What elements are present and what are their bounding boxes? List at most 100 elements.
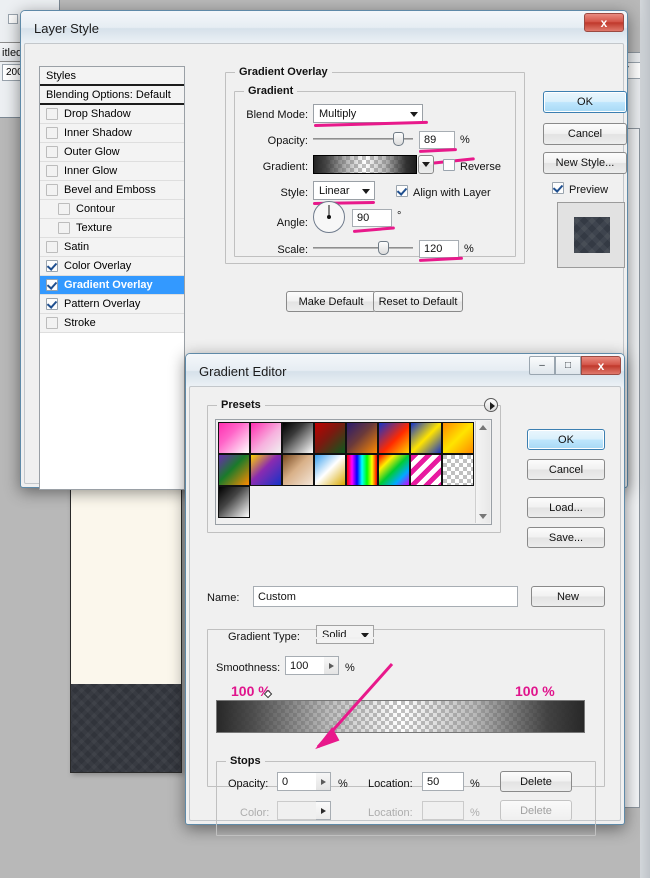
sidebar-item-blending-options[interactable]: Blending Options: Default <box>40 86 184 105</box>
ge-cancel-button[interactable]: Cancel <box>527 459 605 480</box>
presets-listbox[interactable] <box>215 419 492 525</box>
smoothness-stepper[interactable] <box>324 656 339 675</box>
preset-swatch[interactable] <box>410 454 442 486</box>
preset-swatch[interactable] <box>442 454 474 486</box>
minimize-icon[interactable]: – <box>529 356 555 375</box>
sidebar-item-color-overlay[interactable]: Color Overlay <box>40 257 184 276</box>
style-checkbox[interactable] <box>46 165 58 177</box>
layer-style-titlebar-buttons[interactable]: x <box>584 13 624 32</box>
gradient-type-select[interactable]: Solid <box>316 625 374 644</box>
gradient-strip[interactable] <box>216 700 585 733</box>
stop-opacity-stepper[interactable] <box>316 772 331 791</box>
background-right-strip <box>640 0 650 878</box>
style-checkbox[interactable] <box>58 222 70 234</box>
styles-list[interactable]: Styles Blending Options: Default Drop Sh… <box>39 66 185 490</box>
smoothness-label: Smoothness: <box>216 662 280 674</box>
style-item-label: Inner Shadow <box>64 124 132 143</box>
reset-to-default-button[interactable]: Reset to Default <box>373 291 463 312</box>
angle-input[interactable]: 90 <box>352 209 392 227</box>
scale-slider-thumb[interactable] <box>378 241 389 255</box>
presets-grid[interactable] <box>218 422 474 518</box>
ge-save-button[interactable]: Save... <box>527 527 605 548</box>
opacity-slider[interactable] <box>313 132 413 146</box>
opacity-stop-middle[interactable] <box>386 681 397 696</box>
stop-opacity-input[interactable]: 0 <box>277 772 317 791</box>
sidebar-item-contour[interactable]: Contour <box>40 200 184 219</box>
ok-button[interactable]: OK <box>543 91 627 113</box>
ge-load-button[interactable]: Load... <box>527 497 605 518</box>
name-input[interactable]: Custom <box>253 586 518 607</box>
preset-swatch[interactable] <box>442 422 474 454</box>
preset-swatch[interactable] <box>410 422 442 454</box>
layer-style-title: Layer Style <box>24 14 624 44</box>
presets-menu-icon[interactable] <box>484 398 498 412</box>
blend-mode-select[interactable]: Multiply <box>313 104 423 123</box>
angle-dial[interactable] <box>313 201 345 233</box>
preset-swatch[interactable] <box>346 454 378 486</box>
opacity-input[interactable]: 89 <box>419 131 455 149</box>
scroll-down-icon[interactable] <box>479 514 487 519</box>
close-icon[interactable]: x <box>581 356 621 375</box>
sidebar-item-gradient-overlay[interactable]: Gradient Overlay <box>40 276 184 295</box>
opacity-stop-left[interactable] <box>216 684 227 699</box>
opacity-stop-right[interactable] <box>574 684 585 699</box>
opacity-slider-thumb[interactable] <box>393 132 404 146</box>
style-checkbox[interactable] <box>58 203 70 215</box>
new-style-button[interactable]: New Style... <box>543 152 627 174</box>
style-checkbox[interactable] <box>46 317 58 329</box>
reverse-checkbox[interactable] <box>443 159 455 171</box>
preset-swatch[interactable] <box>314 454 346 486</box>
style-select[interactable]: Linear <box>313 181 375 200</box>
gradient-dropdown-button[interactable] <box>418 155 434 174</box>
scale-input[interactable]: 120 <box>419 240 459 258</box>
sidebar-item-pattern-overlay[interactable]: Pattern Overlay <box>40 295 184 314</box>
sidebar-item-satin[interactable]: Satin <box>40 238 184 257</box>
style-checkbox[interactable] <box>46 108 58 120</box>
gradient-preview-swatch[interactable] <box>313 155 417 174</box>
preset-swatch[interactable] <box>250 422 282 454</box>
color-stop-right[interactable] <box>574 734 585 749</box>
style-checkbox[interactable] <box>46 127 58 139</box>
preset-swatch[interactable] <box>282 454 314 486</box>
make-default-button[interactable]: Make Default <box>286 291 376 312</box>
smoothness-input[interactable]: 100 <box>285 656 325 675</box>
preset-swatch[interactable] <box>250 454 282 486</box>
preset-swatch[interactable] <box>218 422 250 454</box>
close-icon[interactable]: x <box>584 13 624 32</box>
new-button[interactable]: New <box>531 586 605 607</box>
scale-slider[interactable] <box>313 241 413 255</box>
preset-swatch[interactable] <box>218 486 250 518</box>
preset-swatch[interactable] <box>218 454 250 486</box>
preview-checkbox[interactable] <box>552 182 564 194</box>
sidebar-item-bevel-and-emboss[interactable]: Bevel and Emboss <box>40 181 184 200</box>
color-delete-button: Delete <box>500 800 572 821</box>
style-checkbox[interactable] <box>46 241 58 253</box>
maximize-icon[interactable]: □ <box>555 356 581 375</box>
style-checkbox[interactable] <box>46 260 58 272</box>
style-checkbox[interactable] <box>46 146 58 158</box>
color-stop-left[interactable] <box>216 734 227 749</box>
scroll-up-icon[interactable] <box>479 425 487 430</box>
ge-ok-button[interactable]: OK <box>527 429 605 450</box>
stop-location-input[interactable]: 50 <box>422 772 464 791</box>
sidebar-item-outer-glow[interactable]: Outer Glow <box>40 143 184 162</box>
style-checkbox[interactable] <box>46 279 58 291</box>
sidebar-item-inner-glow[interactable]: Inner Glow <box>40 162 184 181</box>
sidebar-item-inner-shadow[interactable]: Inner Shadow <box>40 124 184 143</box>
preset-swatch[interactable] <box>282 422 314 454</box>
preset-swatch[interactable] <box>378 454 410 486</box>
sidebar-item-drop-shadow[interactable]: Drop Shadow <box>40 105 184 124</box>
sidebar-item-stroke[interactable]: Stroke <box>40 314 184 333</box>
sidebar-item-texture[interactable]: Texture <box>40 219 184 238</box>
stop-delete-button[interactable]: Delete <box>500 771 572 792</box>
chevron-right-icon <box>321 808 326 814</box>
align-with-layer-checkbox[interactable] <box>396 185 408 197</box>
preset-swatch[interactable] <box>378 422 410 454</box>
preset-swatch[interactable] <box>314 422 346 454</box>
presets-scrollbar[interactable] <box>475 421 490 523</box>
style-checkbox[interactable] <box>46 184 58 196</box>
style-checkbox[interactable] <box>46 298 58 310</box>
cancel-button[interactable]: Cancel <box>543 123 627 145</box>
preset-swatch[interactable] <box>346 422 378 454</box>
gradient-editor-titlebar-buttons[interactable]: – □ x <box>529 356 621 375</box>
